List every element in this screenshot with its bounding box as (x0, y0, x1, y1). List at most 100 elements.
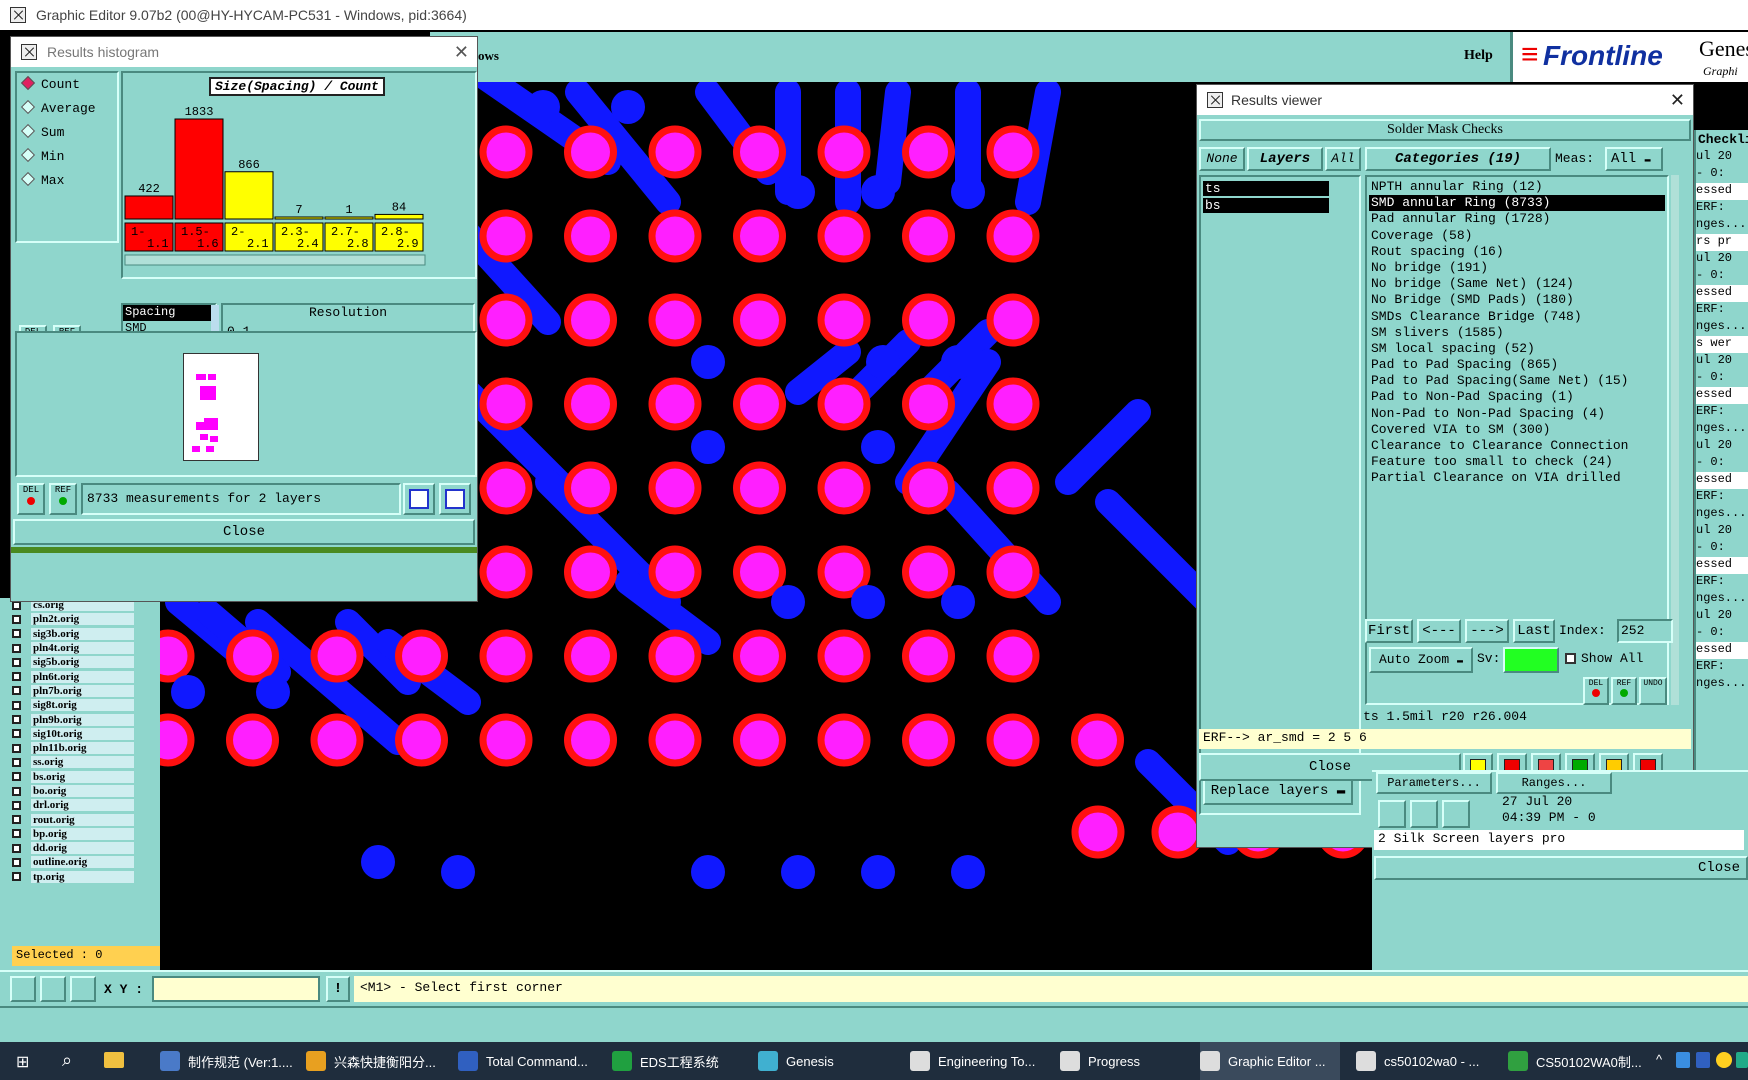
mode-radio-count[interactable]: Count (17, 73, 117, 97)
folder-icon[interactable] (104, 1052, 124, 1068)
taskbar-item[interactable]: EDS工程系统 (612, 1042, 752, 1080)
layer-checkbox[interactable] (12, 800, 21, 810)
layer-row[interactable]: pln6t.orig (12, 669, 134, 683)
layer-checkbox[interactable] (12, 829, 21, 839)
zoom-window-icon[interactable] (10, 976, 36, 1002)
undo-button[interactable]: UNDO (1639, 677, 1667, 705)
layer-checkbox[interactable] (12, 772, 21, 782)
tray-weather-icon[interactable] (1716, 1052, 1732, 1068)
layer-checkbox[interactable] (12, 786, 21, 796)
export-icon[interactable] (403, 483, 435, 515)
category-item[interactable]: Coverage (58) (1369, 228, 1665, 244)
tray-app-icon[interactable] (1696, 1052, 1710, 1068)
prev-button[interactable]: <--- (1417, 619, 1461, 643)
category-item[interactable]: Pad to Non-Pad Spacing (1) (1369, 389, 1665, 405)
next-button[interactable]: ---> (1465, 619, 1509, 643)
menu-help[interactable]: Help (1464, 48, 1493, 64)
layer-row[interactable]: sig3b.orig (12, 627, 134, 641)
layer-row[interactable]: pln4t.orig (12, 641, 134, 655)
taskbar-item[interactable]: 兴森快捷衡阳分... (306, 1042, 446, 1080)
meas-dropdown[interactable]: All ▬ (1605, 147, 1663, 171)
categories-button[interactable]: Categories (19) (1365, 147, 1551, 171)
tray-chevron-icon[interactable]: ^ (1656, 1052, 1662, 1067)
mode-radio-min[interactable]: Min (17, 145, 117, 169)
layer-row[interactable]: rout.orig (12, 812, 134, 826)
category-item[interactable]: SM local spacing (52) (1369, 341, 1665, 357)
category-item[interactable]: Pad to Pad Spacing (865) (1369, 357, 1665, 373)
alert-icon[interactable]: ! (326, 976, 350, 1002)
search-icon[interactable]: ⌕ (62, 1050, 72, 1071)
close-icon[interactable]: ✕ (1670, 85, 1685, 115)
taskbar-item[interactable]: cs50102wa0 - ... (1356, 1042, 1496, 1080)
del-button-2[interactable]: DEL (17, 483, 45, 515)
windows-start-icon[interactable]: ⊞ (16, 1052, 29, 1072)
layer-row[interactable]: outline.orig (12, 855, 134, 869)
layer-row[interactable]: drl.orig (12, 798, 134, 812)
tray-misc-icon[interactable] (1736, 1052, 1748, 1068)
category-item[interactable]: Non-Pad to Non-Pad Spacing (4) (1369, 406, 1665, 422)
layer-row[interactable]: tp.orig (12, 870, 134, 884)
layer-row[interactable]: bo.orig (12, 784, 134, 798)
layer-checkbox[interactable] (12, 700, 21, 710)
layer-item[interactable]: ts (1203, 181, 1329, 196)
run-step-icon[interactable] (1410, 800, 1438, 828)
layers-button[interactable]: Layers (1247, 147, 1323, 171)
layer-row[interactable]: sig8t.orig (12, 698, 134, 712)
layer-row[interactable]: pln7b.orig (12, 684, 134, 698)
ref-button-2[interactable]: REF (49, 483, 77, 515)
taskbar-item[interactable]: Genesis (758, 1042, 898, 1080)
menu-windows[interactable]: ows (478, 48, 499, 64)
histogram-bar[interactable] (224, 171, 274, 220)
category-item[interactable]: SMDs Clearance Bridge (748) (1369, 309, 1665, 325)
category-item[interactable]: Rout spacing (16) (1369, 244, 1665, 260)
tray-bluetooth-icon[interactable] (1676, 1052, 1690, 1068)
layer-checkbox[interactable] (12, 672, 21, 682)
category-item[interactable]: SM slivers (1585) (1369, 325, 1665, 341)
show-all-checkbox[interactable] (1565, 653, 1576, 664)
mode-radio-average[interactable]: Average (17, 97, 117, 121)
run-icon[interactable] (1378, 800, 1406, 828)
layer-checkbox[interactable] (12, 643, 21, 653)
check-close-button[interactable]: Close (1374, 856, 1748, 880)
measure-icon[interactable] (40, 976, 66, 1002)
first-button[interactable]: First (1365, 619, 1413, 643)
none-button[interactable]: None (1199, 147, 1245, 171)
last-button[interactable]: Last (1513, 619, 1555, 643)
layer-checkbox[interactable] (12, 757, 21, 767)
ref-button[interactable]: REF (1611, 677, 1637, 705)
category-item[interactable]: Feature too small to check (24) (1369, 454, 1665, 470)
xy-input[interactable] (152, 976, 320, 1002)
layer-checkbox[interactable] (12, 743, 21, 753)
run-stop-icon[interactable] (1442, 800, 1470, 828)
layer-row[interactable]: sig10t.orig (12, 727, 134, 741)
layer-row[interactable]: ss.orig (12, 755, 134, 769)
taskbar-item[interactable]: Engineering To... (910, 1042, 1050, 1080)
category-item[interactable]: Partial Clearance on VIA drilled (1369, 470, 1665, 486)
layer-item[interactable]: bs (1203, 198, 1329, 213)
layer-checkbox[interactable] (12, 657, 21, 667)
category-item[interactable]: NPTH annular Ring (12) (1369, 179, 1665, 195)
layer-row[interactable]: pln11b.orig (12, 741, 134, 755)
mode-radio-max[interactable]: Max (17, 169, 117, 193)
close-icon[interactable]: ✕ (454, 37, 469, 67)
histogram-bar[interactable] (374, 213, 424, 220)
index-field[interactable]: 252 (1617, 619, 1673, 643)
layer-checkbox[interactable] (12, 715, 21, 725)
histogram-bar[interactable] (324, 216, 374, 220)
layer-checkbox[interactable] (12, 629, 21, 639)
layer-checkbox[interactable] (12, 614, 21, 624)
histogram-close-button[interactable]: Close (13, 519, 475, 545)
histogram-bar[interactable] (174, 118, 224, 220)
taskbar-item[interactable]: 制作规范 (Ver:1.... (160, 1042, 300, 1080)
category-item[interactable]: Clearance to Clearance Connection (1369, 438, 1665, 454)
parameters-button[interactable]: Parameters... (1376, 772, 1492, 794)
graph-icon[interactable] (439, 483, 471, 515)
category-item[interactable]: No bridge (191) (1369, 260, 1665, 276)
all-button[interactable]: All (1325, 147, 1361, 171)
replace-layers-button[interactable]: Replace layers ▬ (1203, 777, 1353, 805)
taskbar-item[interactable]: CS50102WA0制... (1508, 1042, 1648, 1080)
category-item[interactable]: No bridge (Same Net) (124) (1369, 276, 1665, 292)
category-item[interactable]: Covered VIA to SM (300) (1369, 422, 1665, 438)
layer-row[interactable]: bp.orig (12, 827, 134, 841)
ranges-button[interactable]: Ranges... (1496, 772, 1612, 794)
